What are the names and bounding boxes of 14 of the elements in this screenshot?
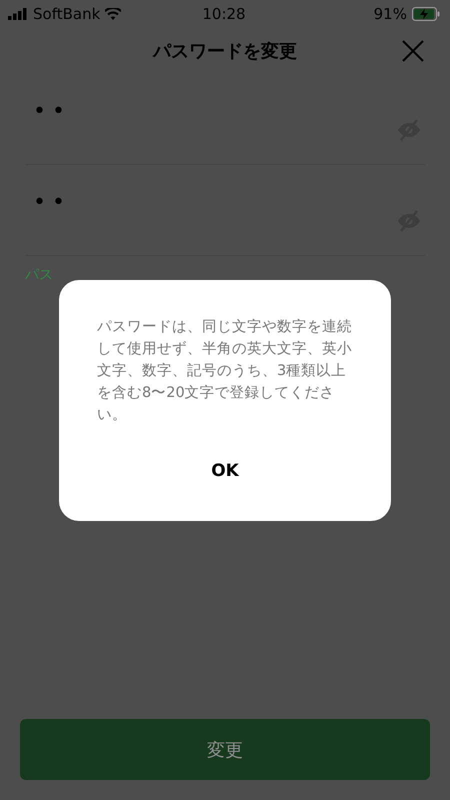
carrier-name: SoftBank (33, 5, 100, 23)
ok-button[interactable]: OK (199, 457, 251, 485)
change-button[interactable]: 変更 (20, 719, 430, 780)
clock-time: 10:28 (202, 5, 246, 23)
signal-icon (8, 8, 28, 20)
battery-charging-icon (412, 7, 440, 21)
password-field[interactable]: •• (25, 165, 425, 256)
page-title: パスワードを変更 (153, 40, 297, 63)
password-hint: パス (25, 266, 53, 284)
alert-message: パスワードは、同じ文字や数字を連続して使用せず、半角の英大文字、英小文字、数字、記号のうち、3種類以上を含む8〜20文字で登録してください。 (97, 318, 353, 425)
password-field[interactable]: •• (25, 74, 425, 165)
close-button[interactable] (401, 39, 425, 63)
battery-percent: 91% (374, 5, 407, 23)
wifi-icon (105, 8, 122, 20)
